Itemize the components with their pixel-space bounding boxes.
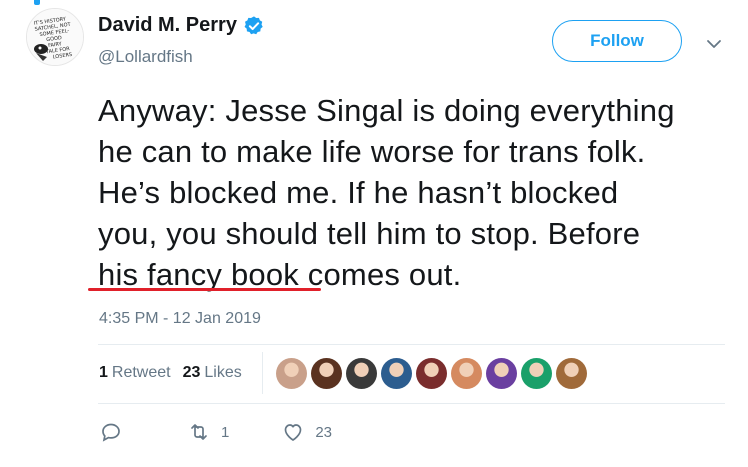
retweet-action-count: 1 [221,423,230,441]
tweet-stats: 1 Retweet 23 Likes [99,364,242,382]
red-annotation-underline [88,288,321,291]
liker-avatar-icon[interactable] [276,358,307,389]
liker-avatar-icon[interactable] [556,358,587,389]
tweet-line: he can to make life worse for trans folk… [98,134,646,169]
liker-avatar-icon[interactable] [451,358,482,389]
like-action-count: 23 [315,423,333,441]
tweet-text: Anyway: Jesse Singal is doing everything… [98,90,738,295]
chevron-down-icon[interactable] [703,33,725,55]
liker-avatar-icon[interactable] [416,358,447,389]
liker-avatars [276,358,591,389]
retweet-count[interactable]: 1 [99,364,108,382]
liker-avatar-icon[interactable] [381,358,412,389]
retweet-label[interactable]: Retweet [112,364,171,382]
top-accent [34,0,40,5]
author-handle[interactable]: @Lollardfish [98,47,193,67]
likes-count[interactable]: 23 [183,364,201,382]
author-name[interactable]: David M. Perry [98,14,237,37]
tweet-line: you, you should tell him to stop. Before [98,216,641,251]
sketch-avatar-icon: IT'S HISTORY SATCHEL, NOT SOME FEEL- GOO… [27,9,83,65]
stats-separator [262,352,263,394]
author-name-row: David M. Perry [98,14,265,37]
tweet-line: He’s blocked me. If he hasn’t blocked [98,175,619,210]
avatar[interactable]: IT'S HISTORY SATCHEL, NOT SOME FEEL- GOO… [26,8,84,66]
divider [98,344,725,345]
reply-button[interactable] [99,420,133,444]
likes-label[interactable]: Likes [204,364,241,382]
liker-avatar-icon[interactable] [521,358,552,389]
divider [98,403,725,404]
tweet-timestamp[interactable]: 4:35 PM - 12 Jan 2019 [99,310,261,328]
tweet-line: Anyway: Jesse Singal is doing everything [98,93,675,128]
tweet-actions: 1 23 [99,420,332,444]
follow-button[interactable]: Follow [552,20,682,62]
liker-avatar-icon[interactable] [486,358,517,389]
reply-icon [102,423,120,442]
heart-icon [284,424,302,441]
like-button[interactable]: 23 [281,420,332,444]
liker-avatar-icon[interactable] [346,358,377,389]
retweet-icon [191,424,207,440]
verified-badge-icon [244,15,263,34]
retweet-button[interactable]: 1 [187,420,229,444]
liker-avatar-icon[interactable] [311,358,342,389]
